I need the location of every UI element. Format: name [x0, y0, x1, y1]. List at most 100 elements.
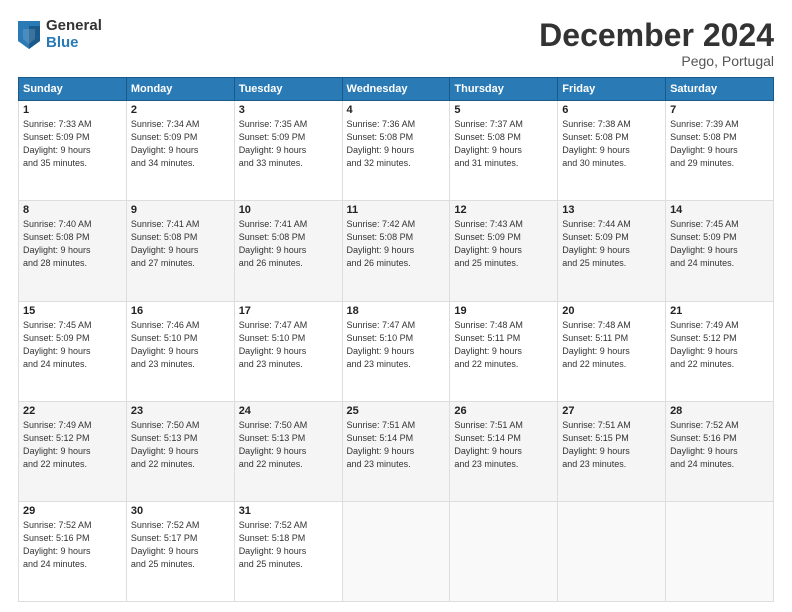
- table-row: [666, 501, 774, 601]
- day-info: Sunrise: 7:51 AMSunset: 5:14 PMDaylight:…: [454, 419, 553, 471]
- day-info: Sunrise: 7:45 AMSunset: 5:09 PMDaylight:…: [23, 319, 122, 371]
- table-row: 5Sunrise: 7:37 AMSunset: 5:08 PMDaylight…: [450, 101, 558, 201]
- day-number: 1: [23, 104, 122, 116]
- calendar-week-row: 15 Sunrise: 7:45 AMSunset: 5:09 PMDayligh…: [19, 301, 774, 401]
- day-number: 4: [347, 104, 446, 116]
- table-row: 3 Sunrise: 7:35 AMSunset: 5:09 PMDaylight…: [234, 101, 342, 201]
- day-number: 7: [670, 104, 769, 116]
- day-number: 18: [347, 305, 446, 317]
- logo: General Blue: [18, 18, 102, 51]
- day-info: Sunrise: 7:41 AMSunset: 5:08 PMDaylight:…: [239, 218, 338, 270]
- table-row: 28 Sunrise: 7:52 AMSunset: 5:16 PMDayligh…: [666, 401, 774, 501]
- day-number: 22: [23, 405, 122, 417]
- table-row: 25 Sunrise: 7:51 AMSunset: 5:14 PMDayligh…: [342, 401, 450, 501]
- day-info: Sunrise: 7:48 AMSunset: 5:11 PMDaylight:…: [562, 319, 661, 371]
- table-row: 19 Sunrise: 7:48 AMSunset: 5:11 PMDayligh…: [450, 301, 558, 401]
- day-number: 16: [131, 305, 230, 317]
- day-info: Sunrise: 7:38 AMSunset: 5:08 PMDaylight:…: [562, 118, 661, 170]
- col-thursday: Thursday: [450, 78, 558, 101]
- logo-icon: [18, 21, 40, 49]
- table-row: 18 Sunrise: 7:47 AMSunset: 5:10 PMDayligh…: [342, 301, 450, 401]
- day-info: Sunrise: 7:49 AMSunset: 5:12 PMDaylight:…: [23, 419, 122, 471]
- day-info: Sunrise: 7:50 AMSunset: 5:13 PMDaylight:…: [131, 419, 230, 471]
- day-info: Sunrise: 7:43 AMSunset: 5:09 PMDaylight:…: [454, 218, 553, 270]
- location: Pego, Portugal: [539, 53, 774, 69]
- table-row: 23Sunrise: 7:50 AMSunset: 5:13 PMDayligh…: [126, 401, 234, 501]
- day-info: Sunrise: 7:52 AMSunset: 5:16 PMDaylight:…: [23, 519, 122, 571]
- day-number: 24: [239, 405, 338, 417]
- day-number: 28: [670, 405, 769, 417]
- table-row: 16 Sunrise: 7:46 AMSunset: 5:10 PMDayligh…: [126, 301, 234, 401]
- day-info: Sunrise: 7:52 AMSunset: 5:17 PMDaylight:…: [131, 519, 230, 571]
- day-info: Sunrise: 7:45 AMSunset: 5:09 PMDaylight:…: [670, 218, 769, 270]
- table-row: 14 Sunrise: 7:45 AMSunset: 5:09 PMDayligh…: [666, 201, 774, 301]
- day-number: 9: [131, 204, 230, 216]
- table-row: 12 Sunrise: 7:43 AMSunset: 5:09 PMDayligh…: [450, 201, 558, 301]
- col-tuesday: Tuesday: [234, 78, 342, 101]
- table-row: 21Sunrise: 7:49 AMSunset: 5:12 PMDayligh…: [666, 301, 774, 401]
- table-row: [450, 501, 558, 601]
- day-info: Sunrise: 7:51 AMSunset: 5:14 PMDaylight:…: [347, 419, 446, 471]
- table-row: 4 Sunrise: 7:36 AMSunset: 5:08 PMDaylight…: [342, 101, 450, 201]
- table-row: 29 Sunrise: 7:52 AMSunset: 5:16 PMDayligh…: [19, 501, 127, 601]
- calendar-week-row: 1 Sunrise: 7:33 AMSunset: 5:09 PMDaylight…: [19, 101, 774, 201]
- day-info: Sunrise: 7:48 AMSunset: 5:11 PMDaylight:…: [454, 319, 553, 371]
- day-number: 26: [454, 405, 553, 417]
- day-info: Sunrise: 7:47 AMSunset: 5:10 PMDaylight:…: [239, 319, 338, 371]
- day-number: 2: [131, 104, 230, 116]
- day-info: Sunrise: 7:36 AMSunset: 5:08 PMDaylight:…: [347, 118, 446, 170]
- header: General Blue December 2024 Pego, Portuga…: [18, 18, 774, 69]
- calendar-header-row: Sunday Monday Tuesday Wednesday Thursday…: [19, 78, 774, 101]
- day-number: 15: [23, 305, 122, 317]
- day-number: 17: [239, 305, 338, 317]
- table-row: 6 Sunrise: 7:38 AMSunset: 5:08 PMDaylight…: [558, 101, 666, 201]
- calendar-table: Sunday Monday Tuesday Wednesday Thursday…: [18, 77, 774, 602]
- table-row: 20Sunrise: 7:48 AMSunset: 5:11 PMDayligh…: [558, 301, 666, 401]
- day-info: Sunrise: 7:52 AMSunset: 5:16 PMDaylight:…: [670, 419, 769, 471]
- table-row: 22 Sunrise: 7:49 AMSunset: 5:12 PMDayligh…: [19, 401, 127, 501]
- logo-blue-text: Blue: [46, 35, 102, 52]
- calendar-week-row: 22 Sunrise: 7:49 AMSunset: 5:12 PMDayligh…: [19, 401, 774, 501]
- table-row: 26 Sunrise: 7:51 AMSunset: 5:14 PMDayligh…: [450, 401, 558, 501]
- table-row: [558, 501, 666, 601]
- day-info: Sunrise: 7:35 AMSunset: 5:09 PMDaylight:…: [239, 118, 338, 170]
- table-row: 27 Sunrise: 7:51 AMSunset: 5:15 PMDayligh…: [558, 401, 666, 501]
- day-info: Sunrise: 7:49 AMSunset: 5:12 PMDaylight:…: [670, 319, 769, 371]
- day-number: 13: [562, 204, 661, 216]
- title-block: December 2024 Pego, Portugal: [539, 18, 774, 69]
- day-number: 10: [239, 204, 338, 216]
- day-number: 6: [562, 104, 661, 116]
- page: General Blue December 2024 Pego, Portuga…: [0, 0, 792, 612]
- table-row: 9Sunrise: 7:41 AMSunset: 5:08 PMDaylight…: [126, 201, 234, 301]
- day-info: Sunrise: 7:39 AMSunset: 5:08 PMDaylight:…: [670, 118, 769, 170]
- day-info: Sunrise: 7:50 AMSunset: 5:13 PMDaylight:…: [239, 419, 338, 471]
- day-info: Sunrise: 7:51 AMSunset: 5:15 PMDaylight:…: [562, 419, 661, 471]
- day-number: 27: [562, 405, 661, 417]
- day-info: Sunrise: 7:46 AMSunset: 5:10 PMDaylight:…: [131, 319, 230, 371]
- table-row: 8Sunrise: 7:40 AMSunset: 5:08 PMDaylight…: [19, 201, 127, 301]
- table-row: 15 Sunrise: 7:45 AMSunset: 5:09 PMDayligh…: [19, 301, 127, 401]
- day-number: 14: [670, 204, 769, 216]
- col-friday: Friday: [558, 78, 666, 101]
- table-row: 2 Sunrise: 7:34 AMSunset: 5:09 PMDaylight…: [126, 101, 234, 201]
- day-number: 8: [23, 204, 122, 216]
- day-info: Sunrise: 7:47 AMSunset: 5:10 PMDaylight:…: [347, 319, 446, 371]
- calendar-week-row: 8Sunrise: 7:40 AMSunset: 5:08 PMDaylight…: [19, 201, 774, 301]
- calendar-week-row: 29 Sunrise: 7:52 AMSunset: 5:16 PMDayligh…: [19, 501, 774, 601]
- day-number: 5: [454, 104, 553, 116]
- table-row: 7 Sunrise: 7:39 AMSunset: 5:08 PMDaylight…: [666, 101, 774, 201]
- day-info: Sunrise: 7:34 AMSunset: 5:09 PMDaylight:…: [131, 118, 230, 170]
- day-number: 29: [23, 505, 122, 517]
- table-row: 17 Sunrise: 7:47 AMSunset: 5:10 PMDayligh…: [234, 301, 342, 401]
- day-number: 11: [347, 204, 446, 216]
- day-number: 30: [131, 505, 230, 517]
- table-row: 24 Sunrise: 7:50 AMSunset: 5:13 PMDayligh…: [234, 401, 342, 501]
- table-row: 31Sunrise: 7:52 AMSunset: 5:18 PMDayligh…: [234, 501, 342, 601]
- day-number: 3: [239, 104, 338, 116]
- day-number: 19: [454, 305, 553, 317]
- day-number: 25: [347, 405, 446, 417]
- day-info: Sunrise: 7:33 AMSunset: 5:09 PMDaylight:…: [23, 118, 122, 170]
- day-number: 12: [454, 204, 553, 216]
- day-number: 31: [239, 505, 338, 517]
- logo-general-text: General: [46, 18, 102, 35]
